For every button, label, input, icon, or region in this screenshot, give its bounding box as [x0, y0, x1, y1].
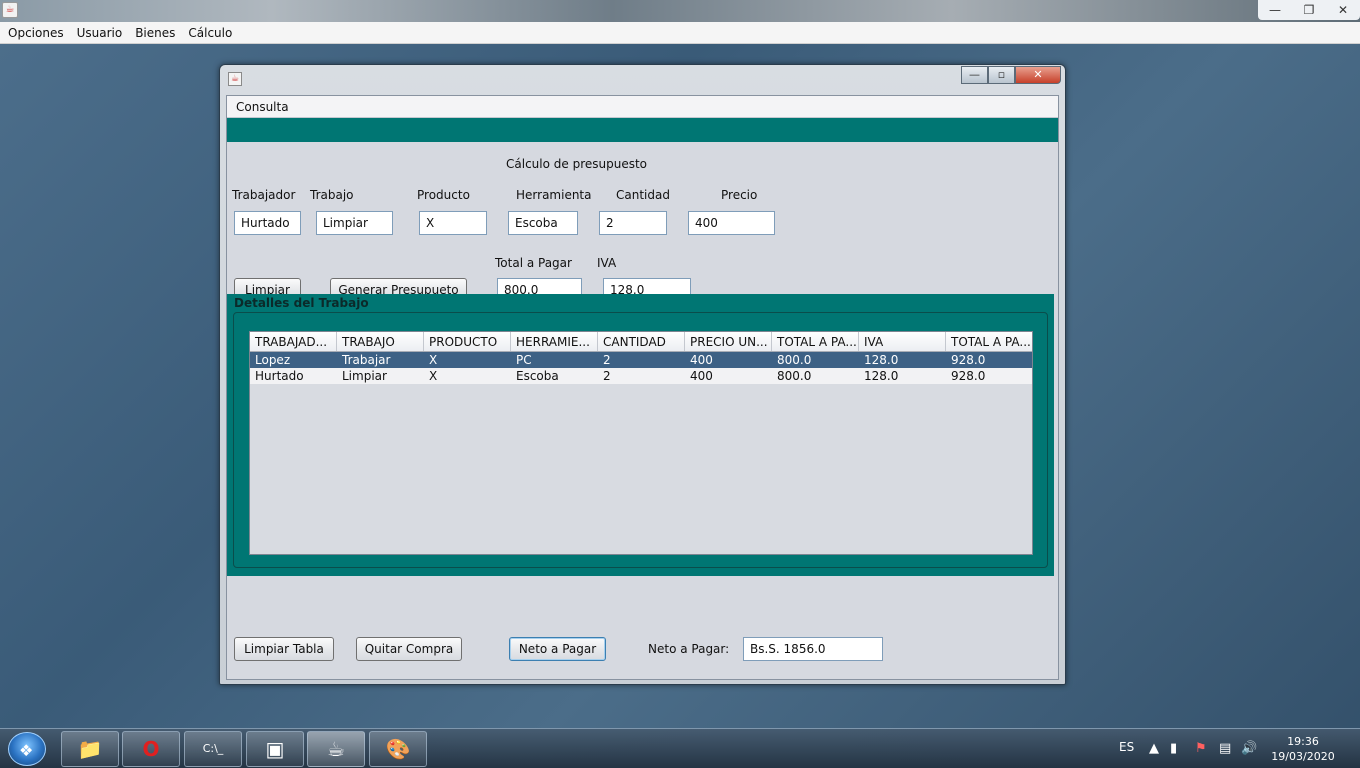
producto-field[interactable]: X [419, 211, 487, 235]
frame-minimize-icon[interactable]: — [961, 66, 988, 84]
minimize-icon[interactable]: — [1258, 0, 1292, 20]
frame-close-icon[interactable]: ✕ [1015, 66, 1061, 84]
precio-field[interactable]: 400 [688, 211, 775, 235]
app-window-controls: — ❐ ✕ [1258, 0, 1360, 20]
table-cell: 128.0 [864, 353, 899, 367]
java-frame-icon[interactable]: ☕ [228, 72, 242, 86]
table-row[interactable]: Lopez Trabajar X PC 2 400 800.0 128.0 92… [250, 352, 1032, 368]
presupuesto-window: ☕ — ▫ ✕ Consulta Cálculo de presupuesto … [219, 64, 1066, 685]
virtualbox-taskbar-icon[interactable]: ▣ [246, 731, 304, 767]
quitar-compra-button[interactable]: Quitar Compra [356, 637, 462, 661]
table-cell: 800.0 [777, 369, 812, 383]
column-header[interactable]: HERRAMIE... [511, 332, 598, 351]
clock[interactable]: 19:36 19/03/2020 [1268, 734, 1338, 764]
table-cell: 928.0 [951, 369, 986, 383]
clock-date: 19/03/2020 [1271, 750, 1335, 763]
trabajador-label: Trabajador [232, 188, 296, 202]
cantidad-label: Cantidad [616, 188, 670, 202]
table-cell: 2 [603, 369, 611, 383]
column-header[interactable]: IVA [859, 332, 946, 351]
language-indicator[interactable]: ES [1119, 740, 1134, 754]
table-cell: 928.0 [951, 353, 986, 367]
table-cell: 128.0 [864, 369, 899, 383]
table-cell: 400 [690, 353, 713, 367]
column-header[interactable]: CANTIDAD [598, 332, 685, 351]
table-cell: X [429, 353, 438, 367]
neto-a-pagar-button[interactable]: Neto a Pagar [509, 637, 606, 661]
producto-label: Producto [417, 188, 470, 202]
volume-icon[interactable]: 🔊 [1241, 741, 1257, 756]
table-cell: 800.0 [777, 353, 812, 367]
windows-logo-icon: ❖ [19, 741, 34, 760]
trabajador-field[interactable]: Hurtado [234, 211, 301, 235]
header-band [227, 118, 1058, 142]
frame-maximize-icon[interactable]: ▫ [988, 66, 1015, 84]
menu-opciones[interactable]: Opciones [6, 26, 66, 40]
limpiar-tabla-button[interactable]: Limpiar Tabla [234, 637, 334, 661]
show-hidden-icons-icon[interactable]: ▲ [1149, 741, 1159, 756]
table-cell: Hurtado [255, 369, 304, 383]
table-cell: Escoba [516, 369, 559, 383]
java-app-icon[interactable]: ☕ [2, 2, 18, 18]
table-cell: X [429, 369, 438, 383]
menu-consulta[interactable]: Consulta [236, 100, 289, 114]
iva-label: IVA [597, 256, 617, 270]
neto-a-pagar-field[interactable]: Bs.S. 1856.0 [743, 637, 883, 661]
column-header[interactable]: PRECIO UN... [685, 332, 772, 351]
restore-icon[interactable]: ❐ [1292, 0, 1326, 20]
column-header[interactable]: TRABAJAD... [250, 332, 337, 351]
herramienta-label: Herramienta [516, 188, 592, 202]
detalles-title: Detalles del Trabajo [234, 296, 369, 310]
flag-icon[interactable]: ⚑ [1195, 741, 1207, 756]
menu-calculo[interactable]: Cálculo [186, 26, 234, 40]
column-header[interactable]: PRODUCTO [424, 332, 511, 351]
total-a-pagar-label: Total a Pagar [495, 256, 572, 270]
table-cell: Lopez [255, 353, 291, 367]
form-heading: Cálculo de presupuesto [506, 157, 648, 171]
network-icon[interactable]: ▮ [1170, 741, 1177, 756]
start-button[interactable]: ❖ [8, 732, 46, 766]
column-header[interactable]: TRABAJO [337, 332, 424, 351]
column-header[interactable]: TOTAL A PA... [772, 332, 859, 351]
detalles-table[interactable]: TRABAJAD... TRABAJO PRODUCTO HERRAMIE...… [249, 331, 1033, 555]
frame-menubar: Consulta [227, 96, 1058, 118]
clock-time: 19:36 [1287, 735, 1319, 748]
precio-label: Precio [721, 188, 758, 202]
menu-bienes[interactable]: Bienes [133, 26, 177, 40]
table-cell: Trabajar [342, 353, 391, 367]
java-taskbar-icon[interactable]: ☕ [307, 731, 365, 767]
herramienta-field[interactable]: Escoba [508, 211, 578, 235]
column-header[interactable]: TOTAL A PA... [946, 332, 1032, 351]
paint-taskbar-icon[interactable]: 🎨 [369, 731, 427, 767]
menu-usuario[interactable]: Usuario [75, 26, 125, 40]
neto-a-pagar-label: Neto a Pagar: [648, 642, 730, 656]
app-menubar: Opciones Usuario Bienes Cálculo [0, 22, 1360, 44]
table-cell: PC [516, 353, 532, 367]
frame-content: Consulta Cálculo de presupuesto Trabajad… [226, 95, 1059, 680]
close-icon[interactable]: ✕ [1326, 0, 1360, 20]
table-cell: 2 [603, 353, 611, 367]
trabajo-field[interactable]: Limpiar [316, 211, 393, 235]
opera-taskbar-icon[interactable]: O [122, 731, 180, 767]
table-cell: 400 [690, 369, 713, 383]
table-cell: Limpiar [342, 369, 387, 383]
table-row[interactable]: Hurtado Limpiar X Escoba 2 400 800.0 128… [250, 368, 1032, 384]
frame-window-controls: — ▫ ✕ [961, 66, 1061, 84]
taskbar: ❖ 📁 O C:\_ ▣ ☕ 🎨 ES ▲ ▮ ⚑ ▤ 🔊 19:36 19/0… [0, 728, 1360, 768]
cmd-taskbar-icon[interactable]: C:\_ [184, 731, 242, 767]
table-header: TRABAJAD... TRABAJO PRODUCTO HERRAMIE...… [250, 332, 1032, 352]
device-icon[interactable]: ▤ [1219, 741, 1231, 756]
explorer-taskbar-icon[interactable]: 📁 [61, 731, 119, 767]
trabajo-label: Trabajo [310, 188, 354, 202]
cantidad-field[interactable]: 2 [599, 211, 667, 235]
app-titlebar: ☕ — ❐ ✕ [0, 0, 1360, 22]
